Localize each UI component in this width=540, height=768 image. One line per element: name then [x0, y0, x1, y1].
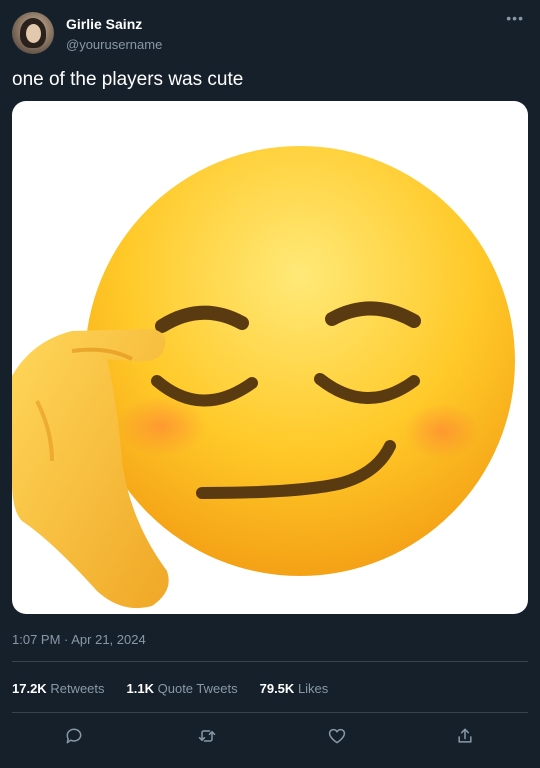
retweets-label: Retweets	[50, 681, 105, 696]
user-handle[interactable]: @yourusername	[66, 37, 162, 52]
tweet-actions	[0, 724, 540, 750]
likes-count: 79.5K	[259, 681, 295, 696]
avatar-face	[26, 24, 41, 43]
quote-tweets-label: Quote Tweets	[157, 681, 238, 696]
quote-tweets-stat[interactable]: 1.1K Quote Tweets	[127, 681, 238, 696]
reply-icon[interactable]	[62, 724, 86, 748]
tweet-image[interactable]	[12, 101, 528, 614]
display-name[interactable]: Girlie Sainz	[66, 16, 142, 32]
tweet-text: one of the players was cute	[12, 69, 244, 90]
retweet-icon[interactable]	[195, 724, 219, 748]
more-icon[interactable]: •••	[506, 10, 524, 26]
tweet-stats: 17.2K Retweets 1.1K Quote Tweets 79.5K L…	[12, 681, 328, 696]
likes-stat[interactable]: 79.5K Likes	[260, 681, 329, 696]
retweets-count: 17.2K	[12, 681, 47, 696]
likes-label: Likes	[297, 681, 329, 696]
tweet-header: Girlie Sainz @yourusername •••	[12, 10, 528, 56]
share-icon[interactable]	[453, 724, 477, 748]
smirking-face-emoji	[12, 146, 515, 609]
avatar[interactable]	[12, 12, 54, 54]
tweet-timestamp[interactable]: 1:07 PM · Apr 21, 2024	[12, 632, 146, 647]
retweets-stat[interactable]: 17.2K Retweets	[12, 681, 105, 696]
heart-icon[interactable]	[325, 724, 349, 748]
divider	[12, 712, 528, 713]
quote-tweets-count: 1.1K	[126, 681, 154, 696]
divider	[12, 661, 528, 662]
